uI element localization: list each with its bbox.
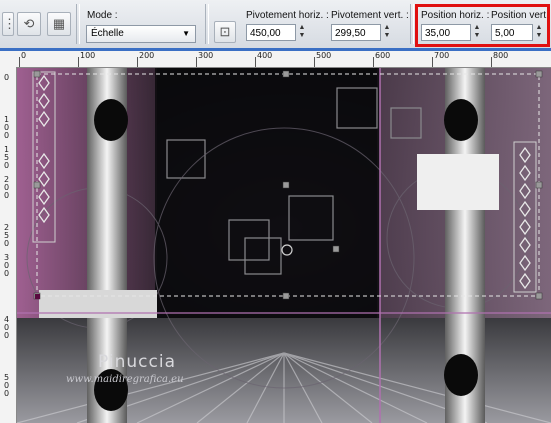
highlight-box [415, 4, 550, 47]
mode-select[interactable]: Échelle ▼ [86, 25, 196, 43]
mode-label: Mode : [87, 10, 118, 21]
toolbar-separator [205, 4, 209, 44]
pivot-v-field[interactable]: 299,50 [331, 24, 381, 41]
ruler-label: 0 [4, 269, 10, 278]
ruler-label: 0 [4, 73, 10, 82]
ruler-label: 700 [434, 51, 450, 60]
pivot-h-label: Pivotement horiz. : [246, 10, 329, 21]
ruler-label: 500 [316, 51, 332, 60]
ruler-label: 0 [4, 131, 10, 140]
toolbar-grip-icon: ⋮ [2, 12, 16, 36]
ruler-label: 100 [80, 51, 96, 60]
mode-select-value: Échelle [91, 28, 124, 39]
ruler-label: 800 [493, 51, 509, 60]
watermark-url: www.maidiregrafica.eu [66, 374, 184, 385]
image-canvas[interactable]: Pinuccia www.maidiregrafica.eu [17, 68, 551, 423]
pick-tool-preset-icon[interactable]: ⟲ [17, 12, 41, 36]
pivot-h-spinner[interactable]: ▲ ▼ [296, 24, 308, 41]
toolbar-separator [76, 4, 80, 44]
ruler-left: 0 1 0 0 1 5 0 2 0 0 2 5 0 3 0 0 4 0 0 5 … [0, 67, 17, 423]
pivot-point-icon[interactable]: ⊡ [214, 21, 236, 43]
ruler-label: 0 [4, 331, 10, 340]
ruler-label: 200 [139, 51, 155, 60]
ruler-label: 0 [4, 161, 10, 170]
ruler-top: 0 100 200 300 400 500 600 700 800 [0, 51, 551, 68]
chevron-down-icon: ▼ [182, 29, 190, 38]
ruler-label: 600 [375, 51, 391, 60]
watermark-name: Pinuccia [98, 352, 176, 372]
ruler-label: 400 [257, 51, 273, 60]
pivot-v-spinner[interactable]: ▲ ▼ [381, 24, 393, 41]
ruler-label: 0 [4, 239, 10, 248]
ruler-label: 0 [4, 389, 10, 398]
ruler-label: 300 [198, 51, 214, 60]
pivot-h-field[interactable]: 450,00 [246, 24, 296, 41]
ruler-label: 0 [21, 51, 27, 60]
ruler-label: 0 [4, 191, 10, 200]
reset-tool-icon[interactable]: ▦ [47, 12, 71, 36]
toolbar-separator [410, 4, 414, 44]
pivot-v-label: Pivotement vert. : [331, 10, 409, 21]
tool-options-toolbar: ⋮ ⟲ ▦ Mode : Échelle ▼ ⊡ Pivotement hori… [0, 0, 551, 49]
